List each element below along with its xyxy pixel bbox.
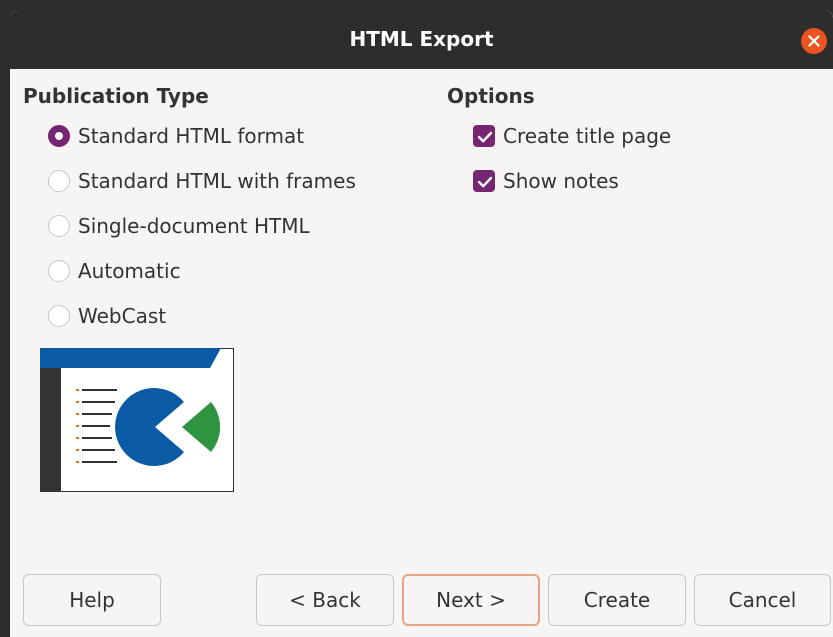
radio-standard-html[interactable]: Standard HTML format — [48, 121, 304, 151]
checkbox-checked[interactable] — [473, 125, 495, 147]
radio-button[interactable] — [48, 260, 70, 282]
dialog-title: HTML Export — [349, 27, 494, 51]
cancel-button[interactable]: Cancel — [694, 574, 831, 626]
titlebar: HTML Export — [10, 10, 833, 69]
radio-button-selected[interactable] — [48, 125, 70, 147]
checkmark-icon — [477, 131, 493, 143]
html-export-dialog: HTML Export Publication Type Standard HT… — [10, 10, 833, 637]
publication-preview-image — [40, 348, 234, 492]
preview-sidebar — [40, 368, 61, 492]
close-icon — [808, 35, 820, 47]
publication-type-heading: Publication Type — [23, 84, 209, 108]
radio-button[interactable] — [48, 215, 70, 237]
radio-button[interactable] — [48, 170, 70, 192]
checkmark-icon — [477, 176, 493, 188]
radio-label: Standard HTML format — [78, 124, 305, 148]
radio-standard-html-frames[interactable]: Standard HTML with frames — [48, 166, 356, 196]
options-heading: Options — [447, 84, 535, 108]
checkbox-checked[interactable] — [473, 170, 495, 192]
preview-header-bar — [40, 348, 221, 368]
checkbox-show-notes[interactable]: Show notes — [473, 166, 619, 196]
radio-label: WebCast — [78, 304, 167, 328]
radio-label: Standard HTML with frames — [78, 169, 356, 193]
radio-webcast[interactable]: WebCast — [48, 301, 166, 331]
radio-single-document-html[interactable]: Single-document HTML — [48, 211, 310, 241]
radio-button[interactable] — [48, 305, 70, 327]
checkbox-label: Show notes — [503, 169, 619, 193]
close-button[interactable] — [801, 28, 827, 54]
create-button[interactable]: Create — [548, 574, 686, 626]
back-button[interactable]: < Back — [256, 574, 394, 626]
radio-automatic[interactable]: Automatic — [48, 256, 181, 286]
help-button[interactable]: Help — [23, 574, 161, 626]
radio-label: Single-document HTML — [78, 214, 310, 238]
radio-label: Automatic — [78, 259, 181, 283]
checkbox-create-title-page[interactable]: Create title page — [473, 121, 671, 151]
next-button[interactable]: Next > — [402, 574, 540, 626]
checkbox-label: Create title page — [503, 124, 672, 148]
